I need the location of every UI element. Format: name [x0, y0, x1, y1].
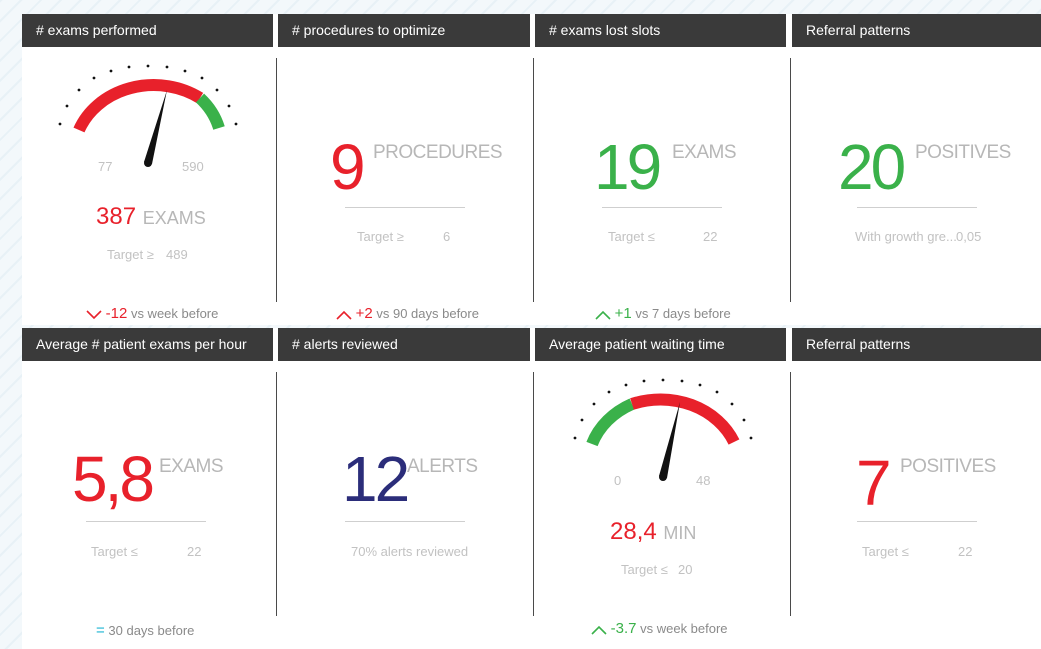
kpi-underline — [345, 207, 465, 208]
chevron-up-icon — [591, 625, 607, 635]
trend-label: vs week before — [640, 621, 728, 636]
tile-divider — [790, 372, 791, 616]
alerts-reviewed-label: 70% alerts reviewed — [351, 544, 469, 559]
target-value: 22 — [703, 229, 718, 244]
trend-delta: -12 — [105, 305, 128, 322]
tile-divider — [533, 372, 534, 616]
kpi-underline — [345, 521, 465, 522]
kpi-unit-alerts: ALERTS — [407, 456, 478, 477]
trend-delta: -3.7 — [610, 620, 637, 637]
target-value: 6 — [443, 229, 451, 244]
gauge-needle — [144, 90, 167, 164]
trend-exams-performed: -12 vs week before — [86, 305, 218, 322]
kpi-unit-referral-positives-2: POSITIVES — [900, 456, 996, 477]
target-label: With growth gre... — [855, 229, 957, 244]
target-label: Target ≤ — [91, 544, 138, 559]
kpi-value-lost-slots: 19 — [594, 131, 662, 203]
gauge-needle — [659, 402, 680, 478]
kpi-unit-lost-slots: EXAMS — [672, 142, 737, 163]
trend-lost-slots: +1 vs 7 days before — [595, 305, 731, 322]
kpi-value: 387 — [96, 203, 137, 230]
kpi-unit-exams-per-hour: EXAMS — [159, 456, 224, 477]
tile-title-exams-performed: # exams performed — [22, 14, 273, 47]
trend-label: vs week before — [130, 306, 219, 321]
tile-title-alerts-reviewed: # alerts reviewed — [278, 328, 530, 361]
trend-delta: +2 — [355, 305, 373, 322]
kpi-value-referral-positives: 20 — [838, 131, 906, 203]
tile-title-exams-per-hour: Average # patient exams per hour — [22, 328, 273, 361]
tile-title-referral-patterns-2: Referral patterns — [792, 328, 1041, 361]
trend-label: vs 7 days before — [635, 306, 731, 321]
kpi-value-exams-per-hour: 5,8 — [72, 443, 155, 515]
trend-delta: +1 — [614, 305, 632, 322]
target-label: Target ≥ — [107, 247, 154, 262]
kpi-unit: EXAMS — [142, 208, 206, 228]
kpi-underline — [857, 207, 977, 208]
gauge-arc-green — [586, 398, 635, 447]
gauge-arc-green — [195, 93, 225, 130]
chevron-down-icon — [86, 309, 102, 319]
target-value: 22 — [187, 544, 202, 559]
gauge-max-label: 48 — [696, 473, 711, 488]
trend-procedures: +2 vs 90 days before — [336, 305, 479, 322]
target-label: Target ≥ — [357, 229, 404, 244]
kpi-underline — [86, 521, 206, 522]
trend-waiting-time: -3.7 vs week before — [591, 620, 728, 637]
gauge-hub — [144, 159, 152, 167]
target-label: Target ≤ — [621, 562, 668, 577]
target-label: Target ≤ — [608, 229, 655, 244]
trend-label: vs 90 days before — [376, 306, 479, 321]
kpi-unit-referral-positives: POSITIVES — [915, 142, 1011, 163]
kpi-value-referral-positives-2: 7 — [856, 447, 892, 519]
kpi-value-alerts: 12 — [342, 443, 410, 515]
tile-title-referral-patterns: Referral patterns — [792, 14, 1041, 47]
gauge-waiting-time — [573, 378, 753, 481]
tile-divider — [276, 58, 277, 302]
gauge-arc-red — [630, 393, 740, 445]
tile-divider — [276, 372, 277, 616]
target-label: Target ≤ — [862, 544, 909, 559]
chevron-up-icon — [336, 310, 352, 320]
tile-divider — [790, 58, 791, 302]
trend-exams-per-hour: = 30 days before — [96, 622, 194, 639]
gauge-min-label: 0 — [614, 473, 622, 488]
target-value: 0,05 — [956, 229, 982, 244]
tile-divider — [533, 58, 534, 302]
gauge-exams-performed — [58, 64, 238, 167]
kpi-unit: MIN — [663, 523, 697, 543]
kpi-value-exams-performed: 387 EXAMS — [96, 203, 206, 231]
kpi-value-waiting-time: 28,4 MIN — [610, 518, 696, 546]
kpi-underline — [602, 207, 722, 208]
target-value: 20 — [678, 562, 693, 577]
tile-title-procedures-to-optimize: # procedures to optimize — [278, 14, 530, 47]
kpi-value: 28,4 — [610, 518, 657, 545]
target-value: 22 — [958, 544, 973, 559]
trend-label: 30 days before — [108, 623, 195, 638]
kpi-value-procedures: 9 — [330, 131, 366, 203]
target-value: 489 — [166, 247, 188, 262]
kpi-unit-procedures: PROCEDURES — [373, 142, 503, 163]
gauge-max-label: 590 — [182, 159, 204, 174]
gauge-arc-red — [73, 79, 204, 133]
gauge-hub — [659, 473, 667, 481]
kpi-underline — [857, 521, 977, 522]
chevron-up-icon — [595, 310, 611, 320]
equals-icon: = — [96, 622, 105, 639]
tile-title-exams-lost-slots: # exams lost slots — [535, 14, 786, 47]
gauge-min-label: 77 — [98, 159, 113, 174]
tile-title-waiting-time: Average patient waiting time — [535, 328, 786, 361]
